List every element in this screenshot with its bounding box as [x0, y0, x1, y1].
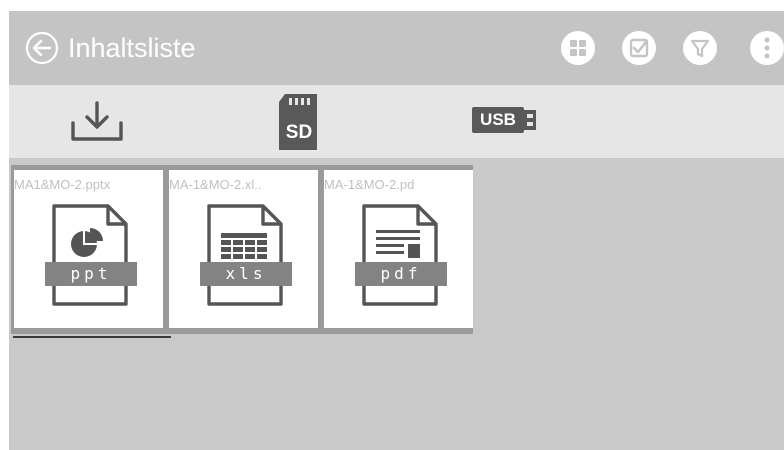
source-download[interactable]	[67, 95, 127, 147]
usb-label: USB	[472, 107, 524, 133]
xls-document-icon	[207, 204, 283, 306]
more-vert-icon	[750, 31, 784, 65]
filter-icon	[683, 31, 717, 65]
file-tile[interactable]: MA-1&MO-2.xl.. xls	[169, 170, 318, 328]
focus-indicator	[13, 336, 171, 338]
app-window: Inhaltsliste SD USB MA1&MO-2.pptx ppt MA…	[9, 11, 784, 450]
grid-icon	[561, 31, 595, 65]
pdf-document-icon	[362, 204, 438, 306]
file-type-badge: ppt	[45, 262, 137, 286]
file-tile[interactable]: MA1&MO-2.pptx ppt	[14, 170, 163, 328]
filter-button[interactable]	[682, 30, 718, 66]
source-sd[interactable]: SD	[275, 92, 323, 152]
file-name: MA-1&MO-2.xl..	[169, 177, 262, 192]
source-usb[interactable]: USB	[472, 107, 542, 133]
grid-view-button[interactable]	[560, 30, 596, 66]
file-list: MA1&MO-2.pptx ppt MA-1&MO-2.xl.. xls MA-…	[9, 158, 784, 450]
file-name: MA1&MO-2.pptx	[14, 177, 111, 192]
file-icon: ppt	[36, 200, 144, 310]
checkbox-icon	[622, 31, 656, 65]
back-arrow-icon	[25, 31, 59, 65]
file-icon: pdf	[346, 200, 454, 310]
more-button[interactable]	[749, 30, 784, 66]
file-type-badge: xls	[200, 262, 292, 286]
file-name: MA-1&MO-2.pd	[324, 177, 415, 192]
download-icon	[71, 101, 123, 141]
file-grid: MA1&MO-2.pptx ppt MA-1&MO-2.xl.. xls MA-…	[11, 165, 473, 334]
title-bar: Inhaltsliste	[9, 11, 784, 85]
page-title: Inhaltsliste	[68, 33, 196, 63]
file-icon: xls	[191, 200, 299, 310]
ppt-document-icon	[52, 204, 128, 306]
select-button[interactable]	[621, 30, 657, 66]
sd-label: SD	[285, 122, 313, 143]
file-type-badge: pdf	[355, 262, 447, 286]
usb-icon	[524, 110, 536, 130]
source-bar: SD USB	[9, 85, 784, 158]
file-tile[interactable]: MA-1&MO-2.pd pdf	[324, 170, 473, 328]
back-button[interactable]	[25, 31, 59, 65]
